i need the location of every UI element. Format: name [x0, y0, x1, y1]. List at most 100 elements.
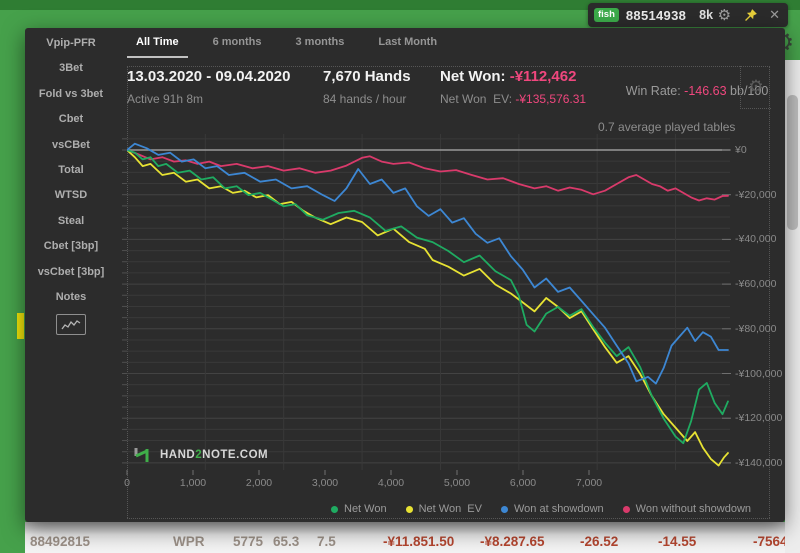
screen: ⚙ 88492815 WPR 5775 65.3 7.5 -¥11,851.50 -¥8,2… [0, 0, 800, 553]
hands-total: 7,670 Hands [323, 68, 411, 85]
chart-legend: Net Won Net Won EV Won at showdown Won with… [331, 503, 770, 515]
sidebar: Vpip-PFR3BetFold vs 3betCbetvsCBetTotalW… [25, 28, 117, 522]
table-cell: -¥11,851.50 [383, 535, 454, 546]
legend-label: Net Won EV [419, 503, 482, 515]
sidebar-item-3bet[interactable]: 3Bet [25, 56, 117, 81]
dotted-divider-top [127, 66, 770, 67]
series-net-won [127, 150, 728, 443]
dotted-divider-right [769, 66, 770, 518]
legend-dot [406, 506, 413, 513]
line-chart-icon [61, 319, 81, 331]
hand2note-logo: HAND2NOTE.COM [131, 444, 268, 466]
table-cell: -14.55 [658, 535, 696, 546]
table-cell: 5775 [233, 535, 263, 546]
date-range-group: 13.03.2020 - 09.04.2020 Active 91h 8m [127, 68, 290, 106]
pin-glyph [743, 8, 758, 23]
y-axis-label: -¥120,000 [735, 412, 782, 424]
hands-group: 7,670 Hands 84 hands / hour [323, 68, 411, 106]
logo-text-pre: HAND [160, 449, 195, 461]
y-axis-label: -¥140,000 [735, 457, 782, 469]
y-axis-label: -¥20,000 [735, 189, 776, 201]
tab-3-months[interactable]: 3 months [287, 28, 354, 58]
legend-item-won-at-showdown[interactable]: Won at showdown [501, 503, 604, 515]
table-cell: -¥8,287.65 [480, 535, 545, 546]
background-table-row[interactable]: 88492815 WPR 5775 65.3 7.5 -¥11,851.50 -¥8,287… [25, 535, 800, 546]
date-range: 13.03.2020 - 09.04.2020 [127, 68, 290, 85]
chart-settings-button[interactable]: ⚙ [740, 66, 771, 109]
legend-dot [501, 506, 508, 513]
sidebar-item-total[interactable]: Total [25, 158, 117, 183]
y-axis-label: ¥0 [735, 144, 747, 156]
x-axis-label: 6,000 [510, 477, 536, 489]
sidebar-item-cbet[interactable]: Cbet [25, 107, 117, 132]
net-won-group: Net Won: -¥112,462 Net Won EV: -¥135,576… [440, 68, 586, 106]
hand2note-logo-icon [131, 444, 153, 466]
dotted-divider-left [127, 66, 128, 518]
stats-popup: Vpip-PFR3BetFold vs 3betCbetvsCBetTotalW… [25, 28, 785, 522]
legend-dot [331, 506, 338, 513]
dotted-divider-bottom [127, 518, 770, 519]
x-axis-label: 7,000 [576, 477, 602, 489]
net-won-ev-label: Net Won EV: [440, 92, 515, 106]
close-icon[interactable]: ✕ [769, 8, 780, 23]
sidebar-item-vscbet[interactable]: vsCBet [25, 133, 117, 158]
hands-count-badge: 8k [699, 8, 713, 22]
logo-text-post: NOTE.COM [202, 449, 268, 461]
y-axis-label: -¥60,000 [735, 278, 776, 290]
y-axis-label: -¥100,000 [735, 368, 782, 380]
table-cell: 65.3 [273, 535, 299, 546]
settings-gear-icon[interactable]: ⚙ [718, 8, 731, 23]
table-cell: -7564 [753, 535, 788, 546]
table-cell: 7.5 [317, 535, 336, 546]
hud-title-bar[interactable]: fish 88514938 8k ⚙ ✕ [588, 3, 788, 27]
table-cell: -26.52 [580, 535, 618, 546]
legend-item-net-won[interactable]: Net Won [331, 503, 387, 515]
player-id: 88514938 [626, 8, 686, 23]
sidebar-item-steal[interactable]: Steal [25, 209, 117, 234]
page-scrollbar[interactable] [785, 60, 800, 553]
legend-label: Net Won [344, 503, 387, 515]
tabs-bar: All Time 6 months 3 months Last Month [117, 28, 462, 58]
win-rate-label: Win Rate: [626, 84, 684, 98]
legend-label: Won without showdown [636, 503, 751, 515]
win-rate-value: -146.63 [684, 84, 726, 98]
x-axis-label: 2,000 [246, 477, 272, 489]
avg-tables: 0.7 average played tables [598, 120, 768, 134]
net-won-label: Net Won: [440, 68, 510, 85]
sidebar-item-notes[interactable]: Notes [25, 285, 117, 310]
logo-text-2: 2 [195, 449, 202, 461]
scrollbar-thumb[interactable] [787, 95, 798, 230]
sidebar-item-fold-vs-3bet[interactable]: Fold vs 3bet [25, 82, 117, 107]
y-axis-label: -¥80,000 [735, 323, 776, 335]
net-won-ev-value: -¥135,576.31 [515, 92, 586, 106]
pin-icon[interactable] [743, 8, 758, 23]
legend-item-won-without-showdown[interactable]: Won without showdown [623, 503, 751, 515]
sidebar-item-vpip-pfr[interactable]: Vpip-PFR [25, 31, 117, 56]
sidebar-item-cbet-3bp[interactable]: Cbet [3bp] [25, 234, 117, 259]
active-time: Active 91h 8m [127, 92, 290, 106]
tab-last-month[interactable]: Last Month [369, 28, 446, 58]
tab-all-time[interactable]: All Time [127, 28, 188, 58]
legend-dot [623, 506, 630, 513]
sidebar-item-wtsd[interactable]: WTSD [25, 183, 117, 208]
hands-per-hour: 84 hands / hour [323, 92, 411, 106]
table-cell: 88492815 [30, 535, 90, 546]
series-won-at-showdown [127, 144, 728, 384]
gear-icon: ⚙ [748, 77, 763, 97]
player-type-badge: fish [594, 8, 619, 22]
series-won-without-showdown [127, 150, 728, 201]
series-net-won-ev [127, 150, 728, 466]
tab-6-months[interactable]: 6 months [204, 28, 271, 58]
y-axis-label: -¥40,000 [735, 233, 776, 245]
sidebar-item-vscbet-3bp[interactable]: vsCbet [3bp] [25, 260, 117, 285]
x-axis-label: 5,000 [444, 477, 470, 489]
legend-label: Won at showdown [514, 503, 604, 515]
table-cell: WPR [173, 535, 205, 546]
x-axis-label: 4,000 [378, 477, 404, 489]
net-won-value: -¥112,462 [510, 68, 577, 85]
hud-active-marker [17, 313, 24, 339]
x-axis-label: 1,000 [180, 477, 206, 489]
legend-item-net-won-ev[interactable]: Net Won EV [406, 503, 482, 515]
x-axis-label: 3,000 [312, 477, 338, 489]
sidebar-item-graph[interactable] [56, 314, 86, 335]
